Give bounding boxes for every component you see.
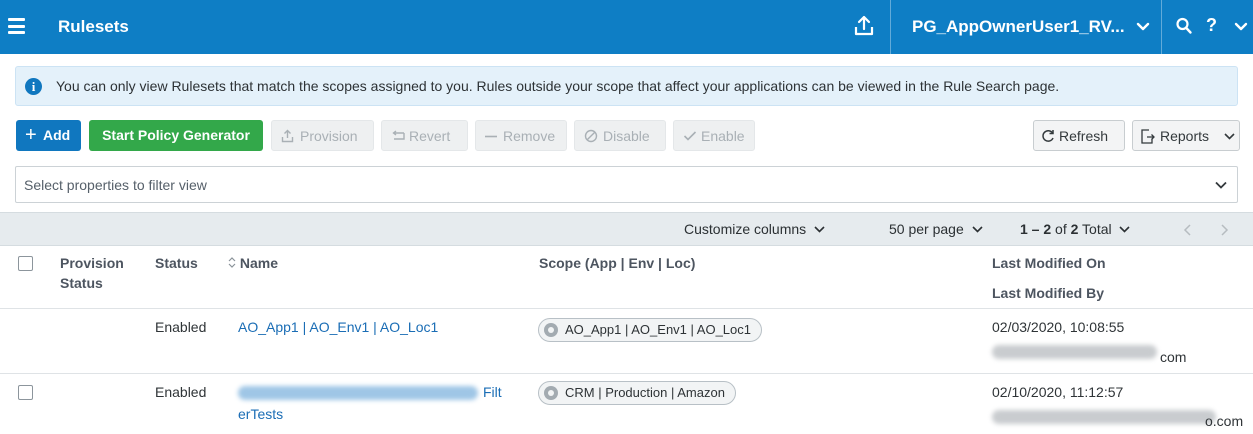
last-modified-by-cell: com	[1160, 349, 1187, 365]
column-header-last-modified-on[interactable]: Last Modified On	[992, 255, 1106, 271]
ruleset-name-link-line2[interactable]: erTests	[238, 406, 283, 422]
chevron-down-icon[interactable]	[1234, 17, 1248, 37]
help-icon[interactable]: ?	[1206, 15, 1217, 36]
chevron-down-icon	[972, 226, 983, 233]
check-icon	[683, 131, 697, 141]
scope-chip: CRM | Production | Amazon	[538, 381, 736, 405]
scope-chip-label: AO_App1 | AO_Env1 | AO_Loc1	[565, 322, 751, 337]
scope-chip: AO_App1 | AO_Env1 | AO_Loc1	[538, 318, 762, 342]
row-divider	[0, 373, 1253, 374]
menu-icon[interactable]	[8, 18, 25, 34]
per-page-label: 50 per page	[889, 221, 964, 237]
upload-icon[interactable]	[853, 14, 875, 38]
disable-label: Disable	[603, 128, 650, 144]
pagination-of: of	[1055, 221, 1067, 237]
revert-icon	[392, 130, 405, 140]
select-all-checkbox[interactable]	[18, 256, 33, 271]
pagination-count: 2	[1070, 221, 1079, 237]
last-modified-by-cell: o.com	[1205, 413, 1244, 429]
refresh-label: Refresh	[1059, 128, 1109, 144]
info-icon: i	[25, 78, 42, 95]
info-banner-text: You can only view Rulesets that match th…	[56, 78, 1060, 94]
customize-columns-label: Customize columns	[684, 221, 807, 237]
remove-label: Remove	[503, 128, 556, 144]
sort-icon	[228, 257, 236, 268]
last-modified-on-cell: 02/10/2020, 11:12:57	[992, 384, 1124, 400]
provision-label: Provision	[300, 128, 358, 144]
filter-input[interactable]	[24, 175, 1194, 195]
column-header-provision-status-line2: Status	[60, 275, 103, 291]
customize-columns-dropdown[interactable]: Customize columns	[684, 221, 825, 237]
chevron-down-icon[interactable]	[1136, 17, 1150, 37]
column-header-name[interactable]: Name	[228, 255, 278, 271]
add-button[interactable]: + Add	[16, 120, 81, 151]
scope-icon	[544, 386, 558, 400]
remove-button[interactable]: Remove	[475, 120, 567, 151]
column-header-last-modified-by[interactable]: Last Modified By	[992, 285, 1104, 301]
last-modified-on-cell: 02/03/2020, 10:08:55	[992, 319, 1125, 335]
column-header-scope[interactable]: Scope (App | Env | Loc)	[539, 255, 695, 271]
ruleset-name-link[interactable]: AO_App1 | AO_Env1 | AO_Loc1	[238, 319, 438, 335]
redacted-name	[238, 386, 478, 400]
scope-chip-label: CRM | Production | Amazon	[565, 385, 725, 400]
revert-button[interactable]: Revert	[381, 120, 468, 151]
header-divider	[890, 0, 891, 54]
add-button-label: Add	[43, 127, 71, 143]
redacted-email	[992, 345, 1157, 359]
provision-button[interactable]: Provision	[271, 120, 374, 151]
column-header-provision-status[interactable]: Provision	[60, 255, 124, 271]
plus-icon: +	[25, 124, 37, 146]
upload-icon	[281, 129, 294, 143]
chevron-down-icon[interactable]	[1214, 178, 1228, 192]
user-menu[interactable]: PG_AppOwnerUser1_RV...	[912, 17, 1125, 37]
column-header-status[interactable]: Status	[155, 255, 198, 271]
pagination-total-label: Total	[1082, 221, 1112, 237]
per-page-dropdown[interactable]: 50 per page	[889, 221, 983, 237]
chevron-down-icon	[814, 226, 825, 233]
minus-icon	[485, 135, 497, 138]
pagination-total-dropdown[interactable]: 1 – 2 of 2 Total	[1020, 221, 1130, 237]
column-header-name-label: Name	[239, 255, 279, 271]
refresh-button[interactable]: Refresh	[1033, 120, 1125, 151]
start-policy-generator-button[interactable]: Start Policy Generator	[89, 120, 263, 151]
disable-button[interactable]: Disable	[574, 120, 666, 151]
header-divider	[1161, 0, 1162, 54]
info-banner: i You can only view Rulesets that match …	[15, 66, 1238, 106]
page-title: Rulesets	[58, 17, 129, 36]
chevron-down-icon	[1224, 133, 1235, 140]
filter-bar[interactable]	[15, 166, 1238, 203]
status-cell: Enabled	[155, 319, 207, 335]
status-cell: Enabled	[155, 384, 207, 400]
reports-label: Reports	[1160, 128, 1210, 144]
disable-icon	[584, 129, 598, 143]
refresh-icon	[1042, 130, 1054, 142]
search-icon[interactable]	[1175, 16, 1193, 36]
enable-button[interactable]: Enable	[673, 120, 755, 151]
enable-label: Enable	[701, 128, 745, 144]
app-header: Rulesets PG_AppOwnerUser1_RV... ?	[0, 0, 1253, 54]
redacted-email	[992, 410, 1216, 424]
export-icon	[1141, 129, 1155, 144]
chevron-right-icon[interactable]	[1220, 224, 1229, 236]
chevron-left-icon[interactable]	[1183, 224, 1192, 236]
chevron-down-icon	[1118, 226, 1130, 233]
pagination-range: 1 – 2	[1020, 221, 1052, 237]
reports-button[interactable]: Reports	[1132, 120, 1240, 151]
ruleset-name-link[interactable]: Filt	[483, 384, 502, 400]
table-toolbar: Customize columns 50 per page 1 – 2 of 2…	[0, 212, 1253, 246]
row-checkbox[interactable]	[18, 385, 33, 400]
row-divider	[0, 308, 1253, 309]
scope-icon	[544, 323, 558, 337]
revert-label: Revert	[409, 128, 451, 144]
